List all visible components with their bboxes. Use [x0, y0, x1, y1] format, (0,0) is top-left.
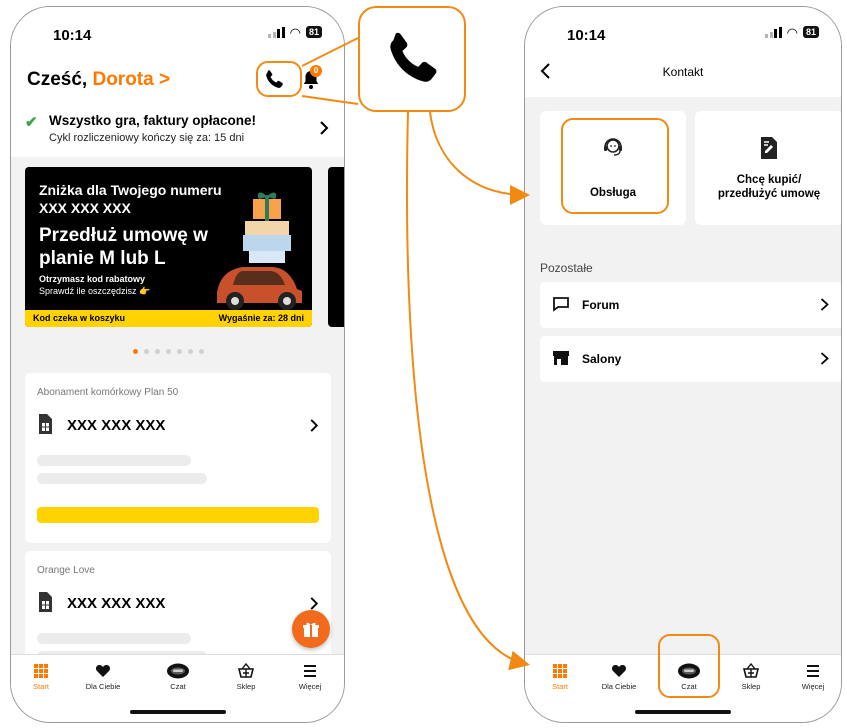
obsluga-highlight: [561, 118, 669, 214]
phone-icon: [390, 32, 437, 82]
czat-tab-highlight: [658, 634, 720, 698]
phone-icon-zoom: [358, 6, 466, 112]
phone-icon-highlight: [256, 61, 302, 97]
